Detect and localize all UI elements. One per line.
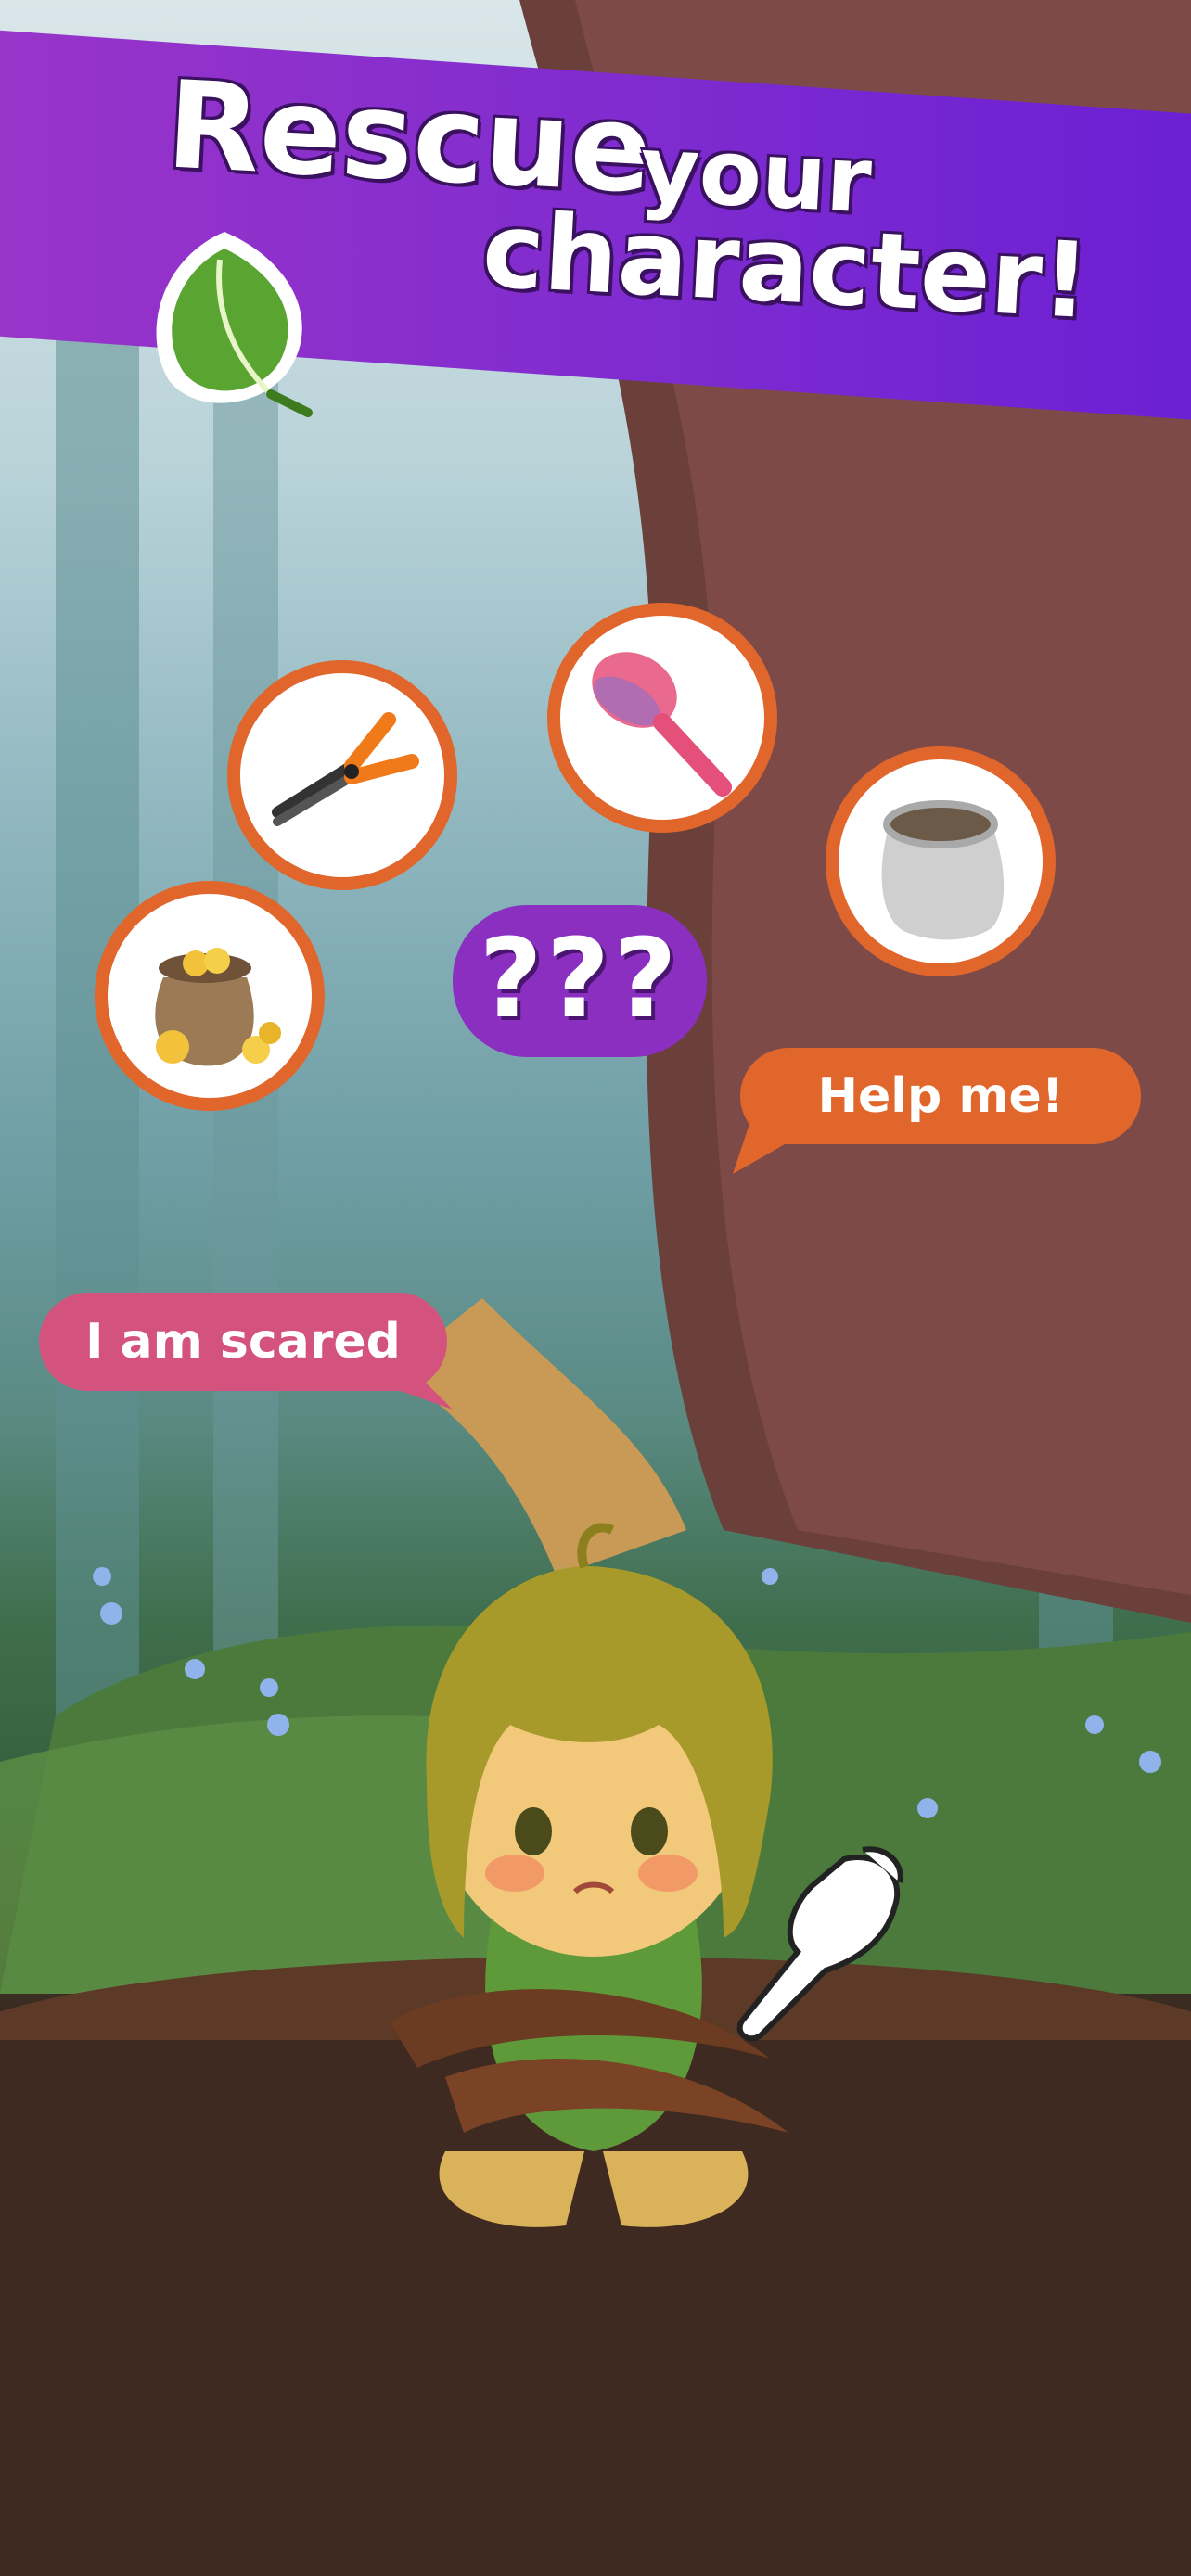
item-gold-coins-bag[interactable] <box>95 881 325 1111</box>
game-scene: Rescue your character! ??? Help me! I am… <box>0 0 1191 2576</box>
empty-sack-icon <box>881 800 1005 940</box>
hair-brush-icon <box>592 652 732 797</box>
leaf-icon <box>156 232 313 417</box>
gold-coin-bag-icon <box>155 948 281 1066</box>
mystery-label: ??? <box>479 914 681 1042</box>
item-sack[interactable] <box>826 746 1056 976</box>
pointing-hand-icon <box>736 1846 903 2042</box>
pruning-shears-icon <box>272 712 419 826</box>
scared-bubble-text: I am scared <box>85 1314 401 1370</box>
item-pruning-shears[interactable] <box>227 660 457 890</box>
help-bubble-text: Help me! <box>817 1068 1064 1124</box>
item-hair-brush[interactable] <box>547 603 777 833</box>
